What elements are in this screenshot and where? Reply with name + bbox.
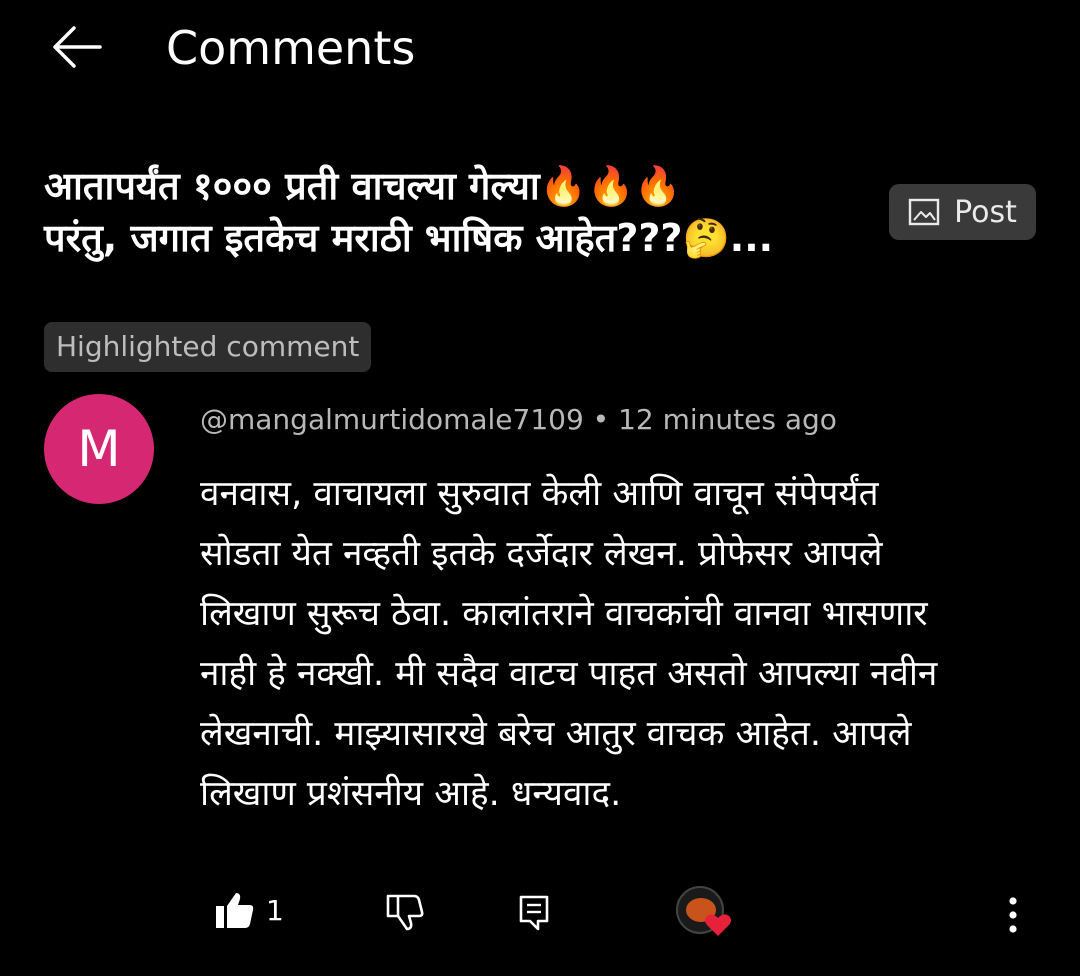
thumbs-down-icon bbox=[386, 894, 424, 931]
more-vertical-icon bbox=[1009, 897, 1017, 933]
comment-line: लेखनाची. माझ्यासारखे बरेच आतुर वाचक आहेत… bbox=[200, 714, 912, 754]
back-button[interactable] bbox=[50, 22, 106, 72]
highlighted-comment-badge: Highlighted comment bbox=[44, 322, 372, 372]
page-title: Comments bbox=[166, 21, 416, 75]
image-icon bbox=[908, 198, 940, 226]
like-button[interactable]: 1 bbox=[214, 890, 284, 930]
post-button[interactable]: Post bbox=[889, 184, 1036, 240]
reply-icon bbox=[519, 895, 549, 931]
comment-line: नाही हे नक्खी. मी सदैव वाटच पाहत असतो आप… bbox=[200, 654, 938, 694]
avatar[interactable]: M bbox=[44, 394, 154, 504]
dislike-button[interactable] bbox=[384, 892, 426, 932]
post-title-line: परंतु, जगात इतकेच मराठी भाषिक आहेत???🤔..… bbox=[44, 216, 774, 260]
comment-line: वनवास, वाचायला सुरुवात केली आणि वाचून सं… bbox=[200, 474, 879, 514]
like-count: 1 bbox=[266, 893, 284, 927]
comment-text: वनवास, वाचायला सुरुवात केली आणि वाचून सं… bbox=[200, 464, 1040, 824]
arrow-left-icon bbox=[53, 26, 102, 68]
post-title: आतापर्यंत १००० प्रती वाचल्या गेल्या🔥🔥🔥 प… bbox=[44, 160, 874, 264]
header: Comments bbox=[0, 0, 1080, 100]
thumbs-up-icon bbox=[216, 893, 254, 928]
comment-action-bar: 1 bbox=[0, 880, 1080, 950]
comment-author-meta[interactable]: @mangalmurtidomale7109 • 12 minutes ago bbox=[200, 400, 837, 440]
comment-line: सोडता येत नव्हती इतके दर्जेदार लेखन. प्र… bbox=[200, 534, 883, 574]
reply-button[interactable] bbox=[518, 894, 550, 932]
comment-line: लिखाण सुरूच ठेवा. कालांतराने वाचकांची वा… bbox=[200, 594, 928, 634]
post-button-label: Post bbox=[954, 194, 1017, 230]
creator-heart-icon bbox=[705, 914, 731, 936]
comment-line: लिखाण प्रशंसनीय आहे. धन्यवाद. bbox=[200, 774, 622, 814]
post-title-line: आतापर्यंत १००० प्रती वाचल्या गेल्या🔥🔥🔥 bbox=[44, 164, 682, 208]
more-options-button[interactable] bbox=[998, 892, 1028, 938]
creator-heart[interactable] bbox=[676, 886, 736, 946]
